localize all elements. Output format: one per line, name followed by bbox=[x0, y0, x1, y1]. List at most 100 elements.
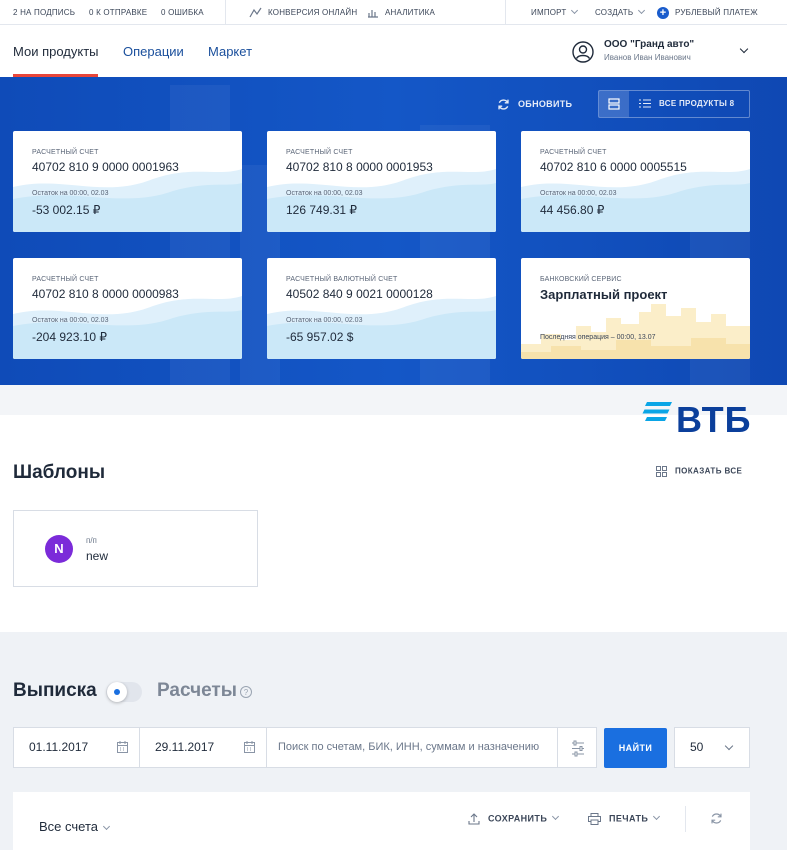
balance-amount: 44 456.80 ₽ bbox=[540, 203, 605, 217]
account-card[interactable]: РАСЧЕТНЫЙ СЧЕТ 40702 810 9 0000 0001963 … bbox=[13, 131, 242, 232]
balance-amount: -65 957.02 $ bbox=[286, 330, 354, 344]
account-number: 40702 810 9 0000 0001963 bbox=[32, 160, 179, 174]
ruble-payment-button[interactable]: + РУБЛЕВЫЙ ПЛАТЕЖ bbox=[657, 0, 758, 25]
statement-mode-toggle[interactable] bbox=[106, 682, 142, 702]
card-label: РАСЧЕТНЫЙ СЧЕТ bbox=[540, 149, 607, 156]
grid-icon bbox=[656, 466, 667, 477]
balance-amount: -53 002.15 ₽ bbox=[32, 203, 101, 217]
balance-caption: Остаток на 00:00, 02.03 bbox=[286, 190, 363, 197]
cards-view-icon bbox=[608, 98, 620, 110]
search-placeholder: Поиск по счетам, БИК, ИНН, суммам и назн… bbox=[278, 741, 540, 753]
chevron-down-icon[interactable] bbox=[739, 44, 749, 54]
last-operation: Последняя операция – 00:00, 13.07 bbox=[540, 334, 656, 341]
chevron-down-icon bbox=[638, 6, 646, 15]
date-to-input[interactable]: 29.11.2017 bbox=[139, 727, 267, 768]
printer-icon bbox=[588, 813, 601, 825]
chevron-down-icon bbox=[571, 6, 579, 15]
conversion-label: КОНВЕРСИЯ ОНЛАЙН bbox=[268, 8, 358, 17]
create-menu[interactable]: СОЗДАТЬ bbox=[595, 0, 646, 25]
org-name[interactable]: ООО "Гранд авто" bbox=[604, 39, 694, 50]
balance-caption: Остаток на 00:00, 02.03 bbox=[32, 317, 109, 324]
statement-toolbar: Все счета СОХРАНИТЬ ПЕЧАТЬ bbox=[13, 792, 750, 850]
create-label: СОЗДАТЬ bbox=[595, 8, 634, 17]
filter-sliders-icon bbox=[572, 740, 584, 757]
analytics-link[interactable]: АНАЛИТИКА bbox=[367, 0, 435, 25]
card-label: РАСЧЕТНЫЙ СЧЕТ bbox=[286, 149, 353, 156]
card-label: РАСЧЕТНЫЙ СЧЕТ bbox=[32, 149, 99, 156]
account-number: 40702 810 8 0000 0001953 bbox=[286, 160, 433, 174]
save-button[interactable]: СОХРАНИТЬ bbox=[468, 813, 560, 825]
divider bbox=[225, 0, 226, 25]
template-card[interactable]: N п/п new bbox=[13, 510, 258, 587]
date-from-input[interactable]: 01.11.2017 bbox=[13, 727, 140, 768]
chevron-down-icon bbox=[724, 741, 734, 751]
all-products-label: ВСЕ ПРОДУКТЫ 8 bbox=[659, 99, 735, 108]
balance-amount: -204 923.10 ₽ bbox=[32, 330, 108, 344]
balance-caption: Остаток на 00:00, 02.03 bbox=[540, 190, 617, 197]
help-icon[interactable]: ? bbox=[240, 686, 252, 698]
refresh-icon bbox=[498, 99, 509, 110]
chevron-down-icon bbox=[552, 813, 560, 821]
settlements-title[interactable]: Расчеты bbox=[157, 680, 237, 702]
analytics-label: АНАЛИТИКА bbox=[385, 8, 436, 17]
refresh-icon[interactable] bbox=[710, 812, 723, 825]
filter-button[interactable] bbox=[557, 727, 597, 768]
user-icon[interactable] bbox=[572, 41, 594, 63]
calendar-icon[interactable] bbox=[117, 741, 128, 753]
conversion-icon bbox=[249, 8, 262, 18]
print-button[interactable]: ПЕЧАТЬ bbox=[588, 813, 661, 825]
to-send-link[interactable]: 0 К ОТПРАВКЕ bbox=[89, 0, 147, 25]
save-label: СОХРАНИТЬ bbox=[488, 813, 548, 824]
accounts-select[interactable]: Все счета bbox=[39, 819, 111, 834]
import-menu[interactable]: ИМПОРТ bbox=[531, 0, 579, 25]
all-products-button[interactable]: ВСЕ ПРОДУКТЫ 8 bbox=[639, 91, 734, 117]
salary-project-card[interactable]: БАНКОВСКИЙ СЕРВИС Зарплатный проект Посл… bbox=[521, 258, 750, 359]
card-view-toggle[interactable] bbox=[599, 91, 629, 117]
org-user: Иванов Иван Иванович bbox=[604, 53, 691, 62]
date-to-value: 29.11.2017 bbox=[155, 740, 215, 754]
tab-market[interactable]: Маркет bbox=[208, 44, 252, 59]
account-card[interactable]: РАСЧЕТНЫЙ ВАЛЮТНЫЙ СЧЕТ 40502 840 9 0021… bbox=[267, 258, 496, 359]
date-from-value: 01.11.2017 bbox=[29, 740, 89, 754]
service-title: Зарплатный проект bbox=[540, 287, 668, 302]
balance-amount: 126 749.31 ₽ bbox=[286, 203, 358, 217]
upload-icon bbox=[468, 813, 480, 825]
toggle-knob bbox=[107, 682, 127, 702]
show-all-button[interactable]: ПОКАЗАТЬ ВСЕ bbox=[656, 466, 742, 477]
statement-title[interactable]: Выписка bbox=[13, 680, 97, 702]
main-nav: Мои продукты Операции Маркет ООО "Гранд … bbox=[0, 25, 787, 77]
search-input[interactable]: Поиск по счетам, БИК, ИНН, суммам и назн… bbox=[266, 727, 558, 768]
account-card[interactable]: РАСЧЕТНЫЙ СЧЕТ 40702 810 8 0000 0001953 … bbox=[267, 131, 496, 232]
tab-my-products[interactable]: Мои продукты bbox=[13, 44, 99, 59]
per-page-value: 50 bbox=[690, 740, 704, 754]
template-name: new bbox=[86, 549, 109, 563]
refresh-label: ОБНОВИТЬ bbox=[518, 99, 573, 109]
template-avatar: N bbox=[45, 535, 73, 563]
import-label: ИМПОРТ bbox=[531, 8, 567, 17]
card-label: РАСЧЕТНЫЙ СЧЕТ bbox=[32, 276, 99, 283]
vtb-logo: ВТБ bbox=[676, 399, 752, 440]
account-card[interactable]: РАСЧЕТНЫЙ СЧЕТ 40702 810 8 0000 0000983 … bbox=[13, 258, 242, 359]
refresh-button[interactable]: ОБНОВИТЬ bbox=[497, 96, 572, 112]
conversion-link[interactable]: КОНВЕРСИЯ ОНЛАЙН bbox=[249, 0, 357, 25]
status-bar: 2 НА ПОДПИСЬ 0 К ОТПРАВКЕ 0 ОШИБКА КОНВЕ… bbox=[0, 0, 787, 25]
ruble-payment-label: РУБЛЕВЫЙ ПЛАТЕЖ bbox=[675, 8, 758, 17]
find-button[interactable]: НАЙТИ bbox=[604, 728, 667, 768]
account-number: 40702 810 8 0000 0000983 bbox=[32, 287, 179, 301]
show-all-label: ПОКАЗАТЬ ВСЕ bbox=[675, 466, 743, 476]
template-type: п/п bbox=[86, 536, 97, 545]
account-number: 40502 840 9 0021 0000128 bbox=[286, 287, 433, 301]
account-card[interactable]: РАСЧЕТНЫЙ СЧЕТ 40702 810 6 0000 0005515 … bbox=[521, 131, 750, 232]
list-icon bbox=[639, 99, 651, 108]
errors-link[interactable]: 0 ОШИБКА bbox=[161, 0, 204, 25]
card-label: БАНКОВСКИЙ СЕРВИС bbox=[540, 276, 622, 283]
card-label: РАСЧЕТНЫЙ ВАЛЮТНЫЙ СЧЕТ bbox=[286, 276, 398, 283]
tab-operations[interactable]: Операции bbox=[123, 44, 184, 59]
accounts-label: Все счета bbox=[39, 819, 98, 834]
view-switcher: ВСЕ ПРОДУКТЫ 8 bbox=[598, 90, 750, 118]
to-sign-link[interactable]: 2 НА ПОДПИСЬ bbox=[13, 0, 75, 25]
plus-icon: + bbox=[657, 6, 669, 19]
calendar-icon[interactable] bbox=[244, 741, 255, 753]
chevron-down-icon bbox=[102, 822, 111, 831]
per-page-select[interactable]: 50 bbox=[674, 727, 750, 768]
